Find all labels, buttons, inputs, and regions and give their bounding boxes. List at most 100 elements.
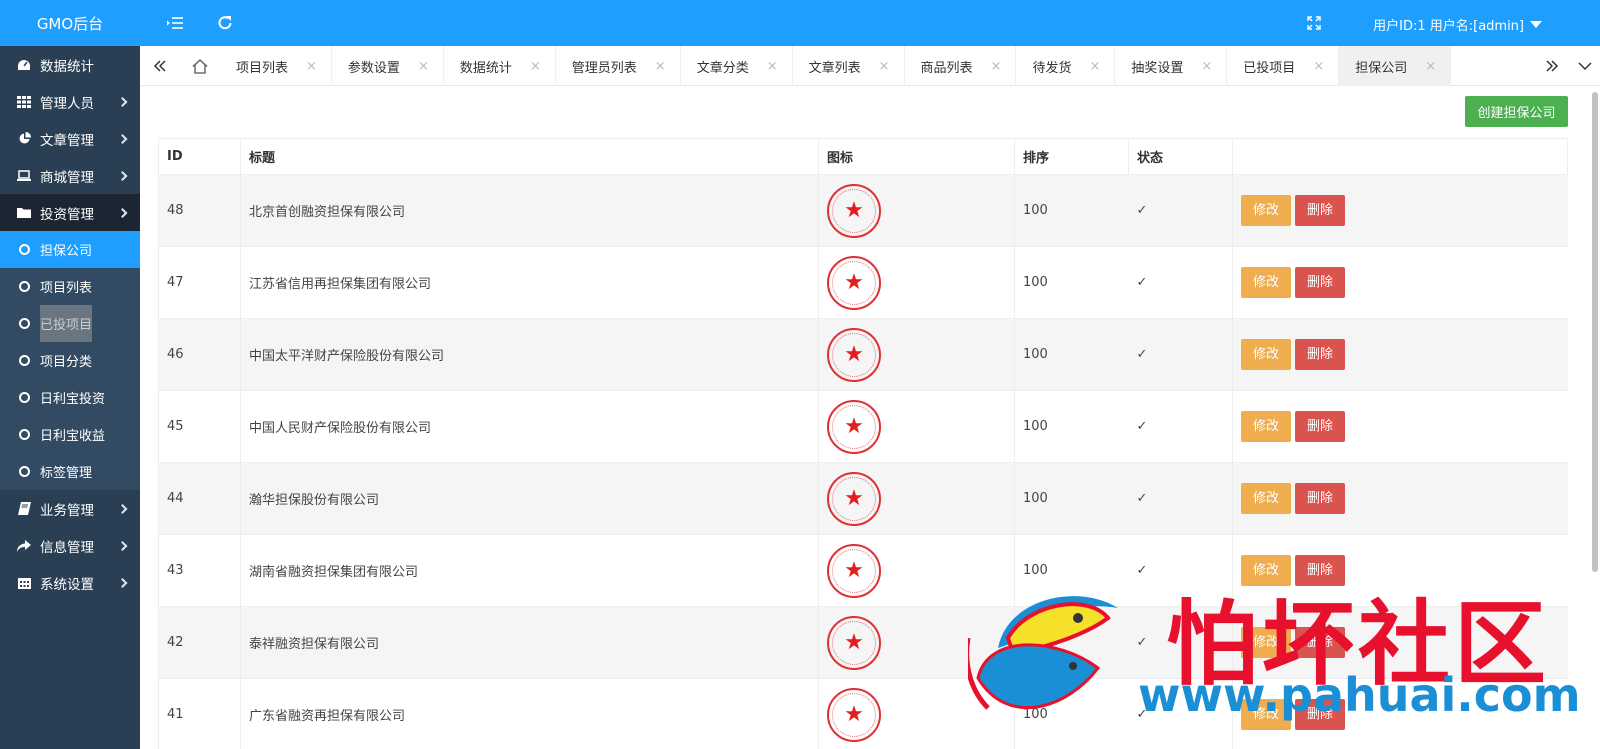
close-icon[interactable]: ×	[655, 59, 666, 74]
sidebar-item-articles[interactable]: 文章管理	[0, 120, 140, 157]
refresh-icon[interactable]	[214, 12, 236, 34]
sidebar-item-label: 系统设置	[40, 576, 94, 593]
sidebar-subitem-guarantee-companies[interactable]: 担保公司	[0, 231, 140, 268]
sidebar-item-settings[interactable]: 系统设置	[0, 564, 140, 601]
edit-button[interactable]: 修改	[1241, 627, 1291, 658]
scrollbar-thumb[interactable]	[1592, 92, 1598, 572]
fullscreen-icon[interactable]	[1303, 12, 1325, 34]
sidebar-item-shop[interactable]: 商城管理	[0, 157, 140, 194]
table-header-row: ID 标题 图标 排序 状态	[158, 138, 1568, 175]
user-info-text: 用户ID:1 用户名:[admin]	[1373, 19, 1524, 34]
cell-sort: 100	[1014, 390, 1129, 463]
delete-button[interactable]: 删除	[1295, 411, 1345, 442]
cell-title: 湖南省融资担保集团有限公司	[240, 534, 819, 607]
tabs-dropdown-icon[interactable]	[1570, 46, 1600, 86]
tab-guarantee-companies[interactable]: 担保公司 ×	[1339, 46, 1452, 86]
tab-label: 待发货	[1032, 60, 1072, 76]
sidebar-item-admins[interactable]: 管理人员	[0, 83, 140, 120]
cell-icon: ★	[818, 462, 1015, 535]
table-row: 48 北京首创融资担保有限公司 ★ 100 ✓ 修改 删除	[158, 174, 1568, 247]
close-icon[interactable]: ×	[767, 59, 778, 74]
cell-title: 泰祥融资担保有限公司	[240, 606, 819, 679]
chevron-right-icon	[117, 577, 128, 588]
sidebar-subitem-daily-invest[interactable]: 日利宝投资	[0, 379, 140, 416]
edit-button[interactable]: 修改	[1241, 339, 1291, 370]
delete-button[interactable]: 删除	[1295, 339, 1345, 370]
tab-product-list[interactable]: 商品列表 ×	[905, 46, 1017, 86]
cell-icon: ★	[818, 678, 1015, 749]
sidebar-item-info[interactable]: 信息管理	[0, 527, 140, 564]
brand-logo[interactable]: GMO后台	[0, 0, 140, 46]
tab-pending-shipment[interactable]: 待发货 ×	[1016, 46, 1116, 86]
edit-button[interactable]: 修改	[1241, 483, 1291, 514]
home-icon[interactable]	[180, 46, 220, 86]
edit-button[interactable]: 修改	[1241, 699, 1291, 730]
delete-button[interactable]: 删除	[1295, 627, 1345, 658]
company-seal-icon: ★	[827, 615, 881, 670]
create-guarantee-company-button[interactable]: 创建担保公司	[1465, 96, 1568, 127]
company-seal-icon: ★	[827, 183, 881, 238]
circle-icon	[19, 466, 30, 477]
close-icon[interactable]: ×	[1313, 59, 1324, 74]
tab-stats[interactable]: 数据统计 ×	[444, 46, 556, 86]
edit-button[interactable]: 修改	[1241, 195, 1291, 226]
caret-down-icon	[1530, 21, 1542, 28]
star-icon: ★	[844, 701, 864, 727]
tab-project-list[interactable]: 项目列表 ×	[220, 46, 332, 86]
close-icon[interactable]: ×	[991, 59, 1002, 74]
delete-button[interactable]: 删除	[1295, 195, 1345, 226]
edit-button[interactable]: 修改	[1241, 267, 1291, 298]
circle-icon	[19, 392, 30, 403]
cell-id: 45	[158, 390, 241, 463]
sidebar-item-label: 数据统计	[40, 58, 94, 75]
tab-lottery-settings[interactable]: 抽奖设置 ×	[1115, 46, 1228, 86]
tab-article-category[interactable]: 文章分类 ×	[681, 46, 793, 86]
chevron-right-icon	[117, 96, 128, 107]
menu-toggle-icon[interactable]	[164, 12, 186, 34]
sidebar-subitem-tags[interactable]: 标签管理	[0, 453, 140, 490]
sidebar-subitem-invested-projects[interactable]: 已投项目	[0, 305, 140, 342]
cell-id: 46	[158, 318, 241, 391]
close-icon[interactable]: ×	[418, 59, 429, 74]
close-icon[interactable]: ×	[306, 59, 317, 74]
cell-actions: 修改 删除	[1232, 246, 1568, 319]
sidebar-item-investment[interactable]: 投资管理	[0, 194, 140, 231]
tab-invested-projects[interactable]: 已投项目 ×	[1227, 46, 1340, 86]
tab-params[interactable]: 参数设置 ×	[332, 46, 444, 86]
sidebar-subitem-label: 担保公司	[40, 244, 93, 259]
delete-button[interactable]: 删除	[1295, 699, 1345, 730]
cell-actions: 修改 删除	[1232, 678, 1568, 749]
close-icon[interactable]: ×	[530, 59, 541, 74]
cell-sort: 100	[1014, 606, 1129, 679]
sidebar-subitem-daily-income[interactable]: 日利宝收益	[0, 416, 140, 453]
tab-article-list[interactable]: 文章列表 ×	[793, 46, 905, 86]
column-header-status: 状态	[1128, 138, 1233, 175]
cell-icon: ★	[818, 534, 1015, 607]
circle-icon	[19, 355, 30, 366]
circle-icon	[19, 244, 30, 255]
close-icon[interactable]: ×	[879, 59, 890, 74]
delete-button[interactable]: 删除	[1295, 267, 1345, 298]
tab-admin-list[interactable]: 管理员列表 ×	[556, 46, 681, 86]
edit-button[interactable]: 修改	[1241, 555, 1291, 586]
close-icon[interactable]: ×	[1425, 59, 1436, 74]
edit-button[interactable]: 修改	[1241, 411, 1291, 442]
sidebar-item-business[interactable]: 业务管理	[0, 490, 140, 527]
column-header-icon: 图标	[818, 138, 1015, 175]
cell-status: ✓	[1128, 606, 1233, 679]
cell-sort: 100	[1014, 678, 1129, 749]
tabs-scroll-left-icon[interactable]	[140, 46, 180, 86]
sidebar-subitem-project-list[interactable]: 项目列表	[0, 268, 140, 305]
delete-button[interactable]: 删除	[1295, 483, 1345, 514]
close-icon[interactable]: ×	[1089, 59, 1100, 74]
delete-button[interactable]: 删除	[1295, 555, 1345, 586]
sidebar-item-stats[interactable]: 数据统计	[0, 46, 140, 83]
sidebar-subitem-project-category[interactable]: 项目分类	[0, 342, 140, 379]
user-menu[interactable]: 用户ID:1 用户名:[admin]	[1373, 15, 1542, 34]
tabs-scroll-right-icon[interactable]	[1532, 46, 1572, 86]
company-seal-icon: ★	[827, 471, 881, 526]
cell-actions: 修改 删除	[1232, 606, 1568, 679]
close-icon[interactable]: ×	[1201, 59, 1212, 74]
sidebar-subitem-label: 标签管理	[40, 466, 93, 481]
cell-title: 瀚华担保股份有限公司	[240, 462, 819, 535]
